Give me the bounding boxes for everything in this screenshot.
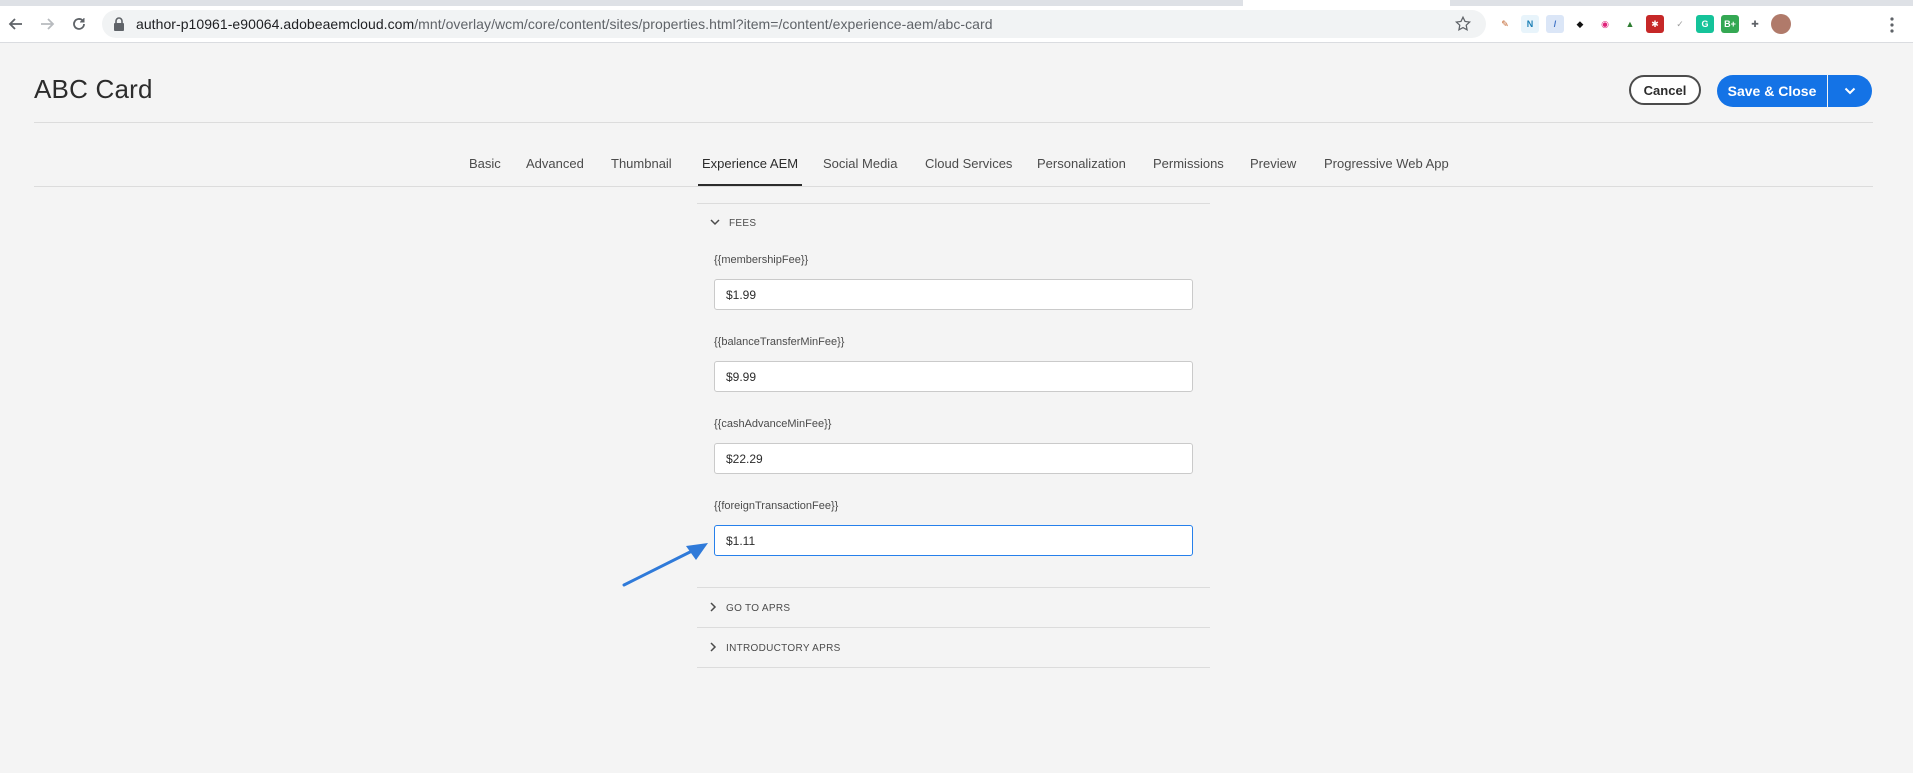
triangle-extension-icon[interactable]: ▲ (1621, 15, 1639, 33)
accordion-go-to-aprs-title: GO TO APRS (726, 603, 791, 614)
membership-fee-input[interactable] (714, 279, 1193, 310)
b-plus-extension-icon[interactable]: B+ (1721, 15, 1739, 33)
chevron-down-icon (1844, 82, 1856, 100)
url-text[interactable]: author-p10961-e90064.adobeaemcloud.com/m… (136, 16, 993, 32)
tab-thumbnail[interactable]: Thumbnail (607, 154, 676, 186)
tab-advanced[interactable]: Advanced (522, 154, 588, 186)
accordion-introductory-aprs-header[interactable]: INTRODUCTORY APRS (710, 642, 841, 655)
accordion-fees-header[interactable]: FEES (710, 218, 756, 229)
incognito-extension-icon[interactable]: ◆ (1571, 15, 1589, 33)
tab-cloud-services[interactable]: Cloud Services (921, 154, 1016, 186)
tab-progressive-web-app[interactable]: Progressive Web App (1320, 154, 1453, 186)
tab-personalization[interactable]: Personalization (1033, 154, 1130, 186)
balance-transfer-min-fee-input[interactable] (714, 361, 1193, 392)
tab-permissions[interactable]: Permissions (1149, 154, 1228, 186)
accordion-divider (697, 203, 1210, 204)
tab-experience-aem[interactable]: Experience AEM (698, 154, 803, 186)
eye-extension-icon[interactable]: ◉ (1596, 15, 1614, 33)
accordion-go-to-aprs-header[interactable]: GO TO APRS (710, 602, 790, 615)
tab-preview[interactable]: Preview (1246, 154, 1300, 186)
accordion-divider (697, 667, 1210, 668)
pen-extension-icon[interactable]: ✎ (1496, 15, 1514, 33)
profile-avatar[interactable] (1771, 14, 1791, 34)
cash-advance-min-fee-label: {{cashAdvanceMinFee}} (714, 418, 832, 430)
tab-basic[interactable]: Basic (465, 154, 505, 186)
lock-icon[interactable] (113, 17, 125, 36)
address-bar[interactable]: author-p10961-e90064.adobeaemcloud.com/m… (102, 10, 1486, 38)
browser-toolbar: author-p10961-e90064.adobeaemcloud.com/m… (0, 6, 1913, 43)
feather-extension-icon[interactable]: ✓ (1671, 15, 1689, 33)
accordion-fees-title: FEES (729, 218, 757, 229)
accordion-divider (697, 627, 1210, 628)
browser-menu-icon[interactable] (1890, 17, 1894, 38)
n-extension-icon[interactable]: N (1521, 15, 1539, 33)
reload-icon[interactable] (66, 11, 92, 37)
accordion-divider (697, 587, 1210, 588)
foreign-transaction-fee-label: {{foreignTransactionFee}} (714, 500, 839, 512)
tabs-divider (34, 186, 1873, 187)
tab-social-media[interactable]: Social Media (819, 154, 901, 186)
accordion-introductory-aprs-title: INTRODUCTORY APRS (726, 643, 841, 654)
forward-icon[interactable] (34, 11, 60, 37)
back-icon[interactable] (3, 11, 29, 37)
membership-fee-label: {{membershipFee}} (714, 254, 809, 266)
url-host: author-p10961-e90064.adobeaemcloud.com (136, 16, 415, 32)
chevron-right-icon (710, 602, 717, 615)
bookmark-star-icon[interactable] (1454, 15, 1472, 38)
url-path: /mnt/overlay/wcm/core/content/sites/prop… (414, 16, 993, 32)
chevron-down-icon (710, 218, 720, 229)
properties-tabs: Basic Advanced Thumbnail Experience AEM … (0, 150, 1913, 186)
puzzle-red-extension-icon[interactable]: ✱ (1646, 15, 1664, 33)
puzzle-extension-icon[interactable]: ✚ (1746, 15, 1764, 33)
balance-transfer-min-fee-label: {{balanceTransferMinFee}} (714, 336, 845, 348)
extensions-bar: ✎ N / ◆ ◉ ▲ ✱ ✓ G B+ ✚ (1496, 11, 1791, 37)
cancel-button[interactable]: Cancel (1629, 75, 1701, 105)
slash-extension-icon[interactable]: / (1546, 15, 1564, 33)
annotation-arrow-icon (620, 540, 710, 595)
save-and-close-button[interactable]: Save & Close (1717, 75, 1827, 107)
save-options-dropdown[interactable] (1828, 75, 1872, 107)
foreign-transaction-fee-input[interactable] (714, 525, 1193, 556)
chevron-right-icon (710, 642, 717, 655)
page-title: ABC Card (34, 74, 153, 104)
grammarly-extension-icon[interactable]: G (1696, 15, 1714, 33)
cash-advance-min-fee-input[interactable] (714, 443, 1193, 474)
header-divider (34, 122, 1873, 123)
